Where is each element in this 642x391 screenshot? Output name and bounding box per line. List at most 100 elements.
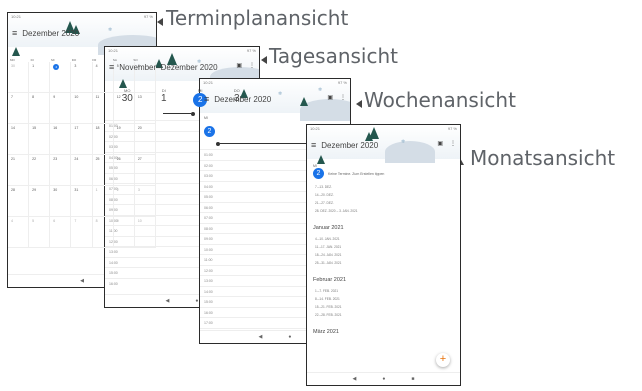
week-range[interactable]: 11.–17. JAN. 2021 — [315, 245, 460, 249]
day-cell[interactable]: 9 — [50, 93, 72, 124]
weekday-label: MI — [204, 116, 208, 120]
day-cell[interactable]: 7 — [71, 217, 93, 248]
week-range[interactable]: 15.–21. FEB. 2021 — [315, 305, 460, 309]
week-range[interactable]: 18.–24. JAN. 2021 — [315, 253, 460, 257]
day-cell[interactable]: 17 — [71, 124, 93, 155]
day-cell[interactable]: 24 — [71, 155, 93, 186]
day-cell[interactable]: 21 — [8, 155, 30, 186]
day-cell[interactable]: 26 — [113, 155, 135, 186]
month-title[interactable]: Dezember 2020 — [22, 29, 79, 38]
day-number: 1 — [95, 188, 98, 192]
calendar-today-icon[interactable]: ▣ — [327, 94, 333, 101]
menu-icon[interactable]: ≡ — [204, 94, 209, 104]
january-week-list: 4.–10. JAN. 2021 11.–17. JAN. 2021 18.–24.… — [315, 237, 460, 265]
week-range[interactable]: 8.–14. FEB. 2021 — [315, 297, 460, 301]
day-number: 7 — [74, 219, 77, 223]
pointer-triangle — [261, 56, 267, 64]
day-cell[interactable]: 2 — [113, 186, 135, 217]
today-badge[interactable]: 2 — [313, 168, 324, 179]
back-triangle-icon[interactable]: ◀ — [353, 376, 357, 382]
day-cell[interactable]: 30 — [50, 186, 72, 217]
status-bar: 10:21 97 % — [11, 14, 153, 19]
back-triangle-icon[interactable]: ◀ — [80, 278, 84, 284]
day-cell[interactable]: 9 — [113, 217, 135, 248]
day-number: 26 — [116, 157, 121, 161]
day-cell[interactable]: 7 — [8, 93, 30, 124]
back-triangle-icon[interactable]: ◀ — [259, 334, 263, 340]
day-cell[interactable]: 15 — [29, 124, 51, 155]
menu-icon[interactable]: ≡ — [12, 28, 17, 38]
day-cell[interactable]: 10 — [134, 217, 156, 248]
day-cell[interactable]: 19 — [113, 124, 135, 155]
day-number: 22 — [32, 157, 37, 161]
day-cell[interactable]: 27 — [134, 155, 156, 186]
week-range[interactable]: 7.–13. DEZ. — [315, 185, 460, 189]
day-number: 24 — [74, 157, 79, 161]
month-title[interactable]: Dezember 2020 — [214, 95, 271, 104]
day-cell[interactable]: 25 — [92, 155, 114, 186]
app-bar: ≡ Dezember 2020 — [8, 20, 156, 46]
week-range[interactable]: 22.–28. FEB. 2021 — [315, 313, 460, 317]
day-column-header[interactable]: MI 2 — [182, 88, 219, 107]
day-cell[interactable]: 8 — [29, 93, 51, 124]
day-cell[interactable]: 3 — [134, 186, 156, 217]
day-cell[interactable]: 1 — [29, 62, 51, 93]
day-cell[interactable]: 30 — [8, 62, 30, 93]
more-vert-icon[interactable]: ⋮ — [340, 94, 346, 101]
today-badge[interactable]: 2 — [204, 126, 215, 137]
month-header-january: Januar 2021 — [313, 225, 344, 231]
day-cell[interactable]: 31 — [71, 186, 93, 217]
day-cell[interactable]: 28 — [8, 186, 30, 217]
screenshot-month: ❄ 10:21 97 % ≡ Dezember 2020 ▣ ⋮ MI 2 Ke… — [306, 124, 461, 386]
day-number: 5 — [32, 219, 35, 223]
day-number: 28 — [11, 188, 15, 192]
day-cell[interactable]: 10 — [71, 93, 93, 124]
week-range[interactable]: 21.–27. DEZ. — [315, 201, 460, 205]
day-cell[interactable]: 5 — [29, 217, 51, 248]
more-vert-icon[interactable]: ⋮ — [249, 62, 255, 69]
recents-square-icon[interactable]: ■ — [411, 376, 414, 382]
menu-icon[interactable]: ≡ — [311, 140, 316, 150]
day-cell[interactable]: 18 — [92, 124, 114, 155]
day-cell[interactable]: 22 — [29, 155, 51, 186]
day-number: 18 — [95, 126, 100, 130]
home-circle-icon[interactable]: ● — [382, 376, 385, 382]
week-range[interactable]: 14.–20. DEZ. — [315, 193, 460, 197]
day-number: 2 — [53, 64, 60, 70]
menu-icon[interactable]: ≡ — [109, 62, 114, 72]
day-cell[interactable]: 1 — [92, 186, 114, 217]
calendar-today-icon[interactable]: ▣ — [437, 140, 443, 147]
february-week-list: 1.–7. FEB. 2021 8.–14. FEB. 2021 15.–21. F… — [315, 289, 460, 317]
day-cell[interactable]: 20 — [134, 124, 156, 155]
day-cell[interactable]: 29 — [29, 186, 51, 217]
calendar-today-icon[interactable]: ▣ — [236, 62, 242, 69]
home-circle-icon[interactable]: ● — [195, 298, 198, 304]
day-column-header[interactable]: MO 30 — [109, 88, 146, 107]
more-vert-icon[interactable]: ⋮ — [450, 140, 456, 147]
week-range[interactable]: 28. DEZ. 2020 – 3. JAN. 2021 — [315, 209, 460, 213]
day-cell[interactable]: 3 — [71, 62, 93, 93]
add-event-button[interactable]: + — [436, 353, 450, 367]
day-number: 19 — [116, 126, 121, 130]
month-title[interactable]: Dezember 2020 — [321, 141, 378, 150]
day-column-header[interactable]: DI 1 — [146, 88, 183, 107]
month-title[interactable]: November–Dezember 2020 — [119, 63, 217, 72]
week-range[interactable]: 4.–10. JAN. 2021 — [315, 237, 460, 241]
home-circle-icon[interactable]: ● — [288, 334, 291, 340]
label-day-view: Tagesansicht — [269, 44, 399, 68]
no-events-hint[interactable]: Keine Termine. Zum Erstellen tippen — [328, 172, 384, 176]
day-cell[interactable]: 2 — [50, 62, 72, 93]
day-number: 17 — [74, 126, 79, 130]
day-cell[interactable]: 16 — [50, 124, 72, 155]
day-cell[interactable]: 8 — [92, 217, 114, 248]
day-cell[interactable]: 14 — [8, 124, 30, 155]
back-triangle-icon[interactable]: ◀ — [166, 298, 170, 304]
day-cell[interactable]: 23 — [50, 155, 72, 186]
week-range[interactable]: 1.–7. FEB. 2021 — [315, 289, 460, 293]
week-range[interactable]: 25.–31. JAN. 2021 — [315, 261, 460, 265]
day-number: 9 — [53, 95, 56, 99]
day-number: 30 — [53, 188, 58, 192]
day-number: 1 — [32, 64, 35, 68]
day-cell[interactable]: 6 — [50, 217, 72, 248]
day-cell[interactable]: 4 — [8, 217, 30, 248]
